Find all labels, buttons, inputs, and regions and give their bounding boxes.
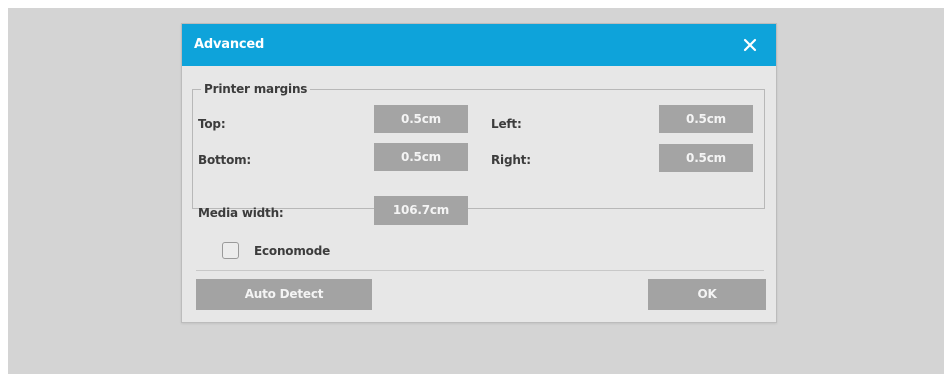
media-width-label: Media width:: [198, 206, 284, 220]
economode-label: Economode: [254, 244, 331, 258]
close-icon: [743, 38, 757, 52]
right-margin-field[interactable]: 0.5cm: [659, 144, 753, 172]
ok-button[interactable]: OK: [648, 279, 766, 310]
bottom-margin-label: Bottom:: [198, 153, 252, 167]
advanced-dialog: Advanced Printer margins Top: 0.5cm Left…: [181, 23, 777, 323]
dialog-title: Advanced: [194, 37, 265, 52]
close-button[interactable]: [738, 33, 762, 57]
left-margin-label: Left:: [491, 117, 522, 131]
auto-detect-button[interactable]: Auto Detect: [196, 279, 372, 310]
dialog-titlebar: Advanced: [182, 24, 776, 66]
media-width-field[interactable]: 106.7cm: [374, 196, 468, 225]
bottom-margin-field[interactable]: 0.5cm: [374, 143, 468, 171]
left-margin-field[interactable]: 0.5cm: [659, 105, 753, 133]
printer-margins-legend: Printer margins: [201, 82, 311, 96]
economode-checkbox[interactable]: [222, 242, 239, 259]
right-margin-label: Right:: [491, 153, 531, 167]
footer-divider: [196, 270, 764, 271]
top-margin-field[interactable]: 0.5cm: [374, 105, 468, 133]
top-margin-label: Top:: [198, 117, 226, 131]
